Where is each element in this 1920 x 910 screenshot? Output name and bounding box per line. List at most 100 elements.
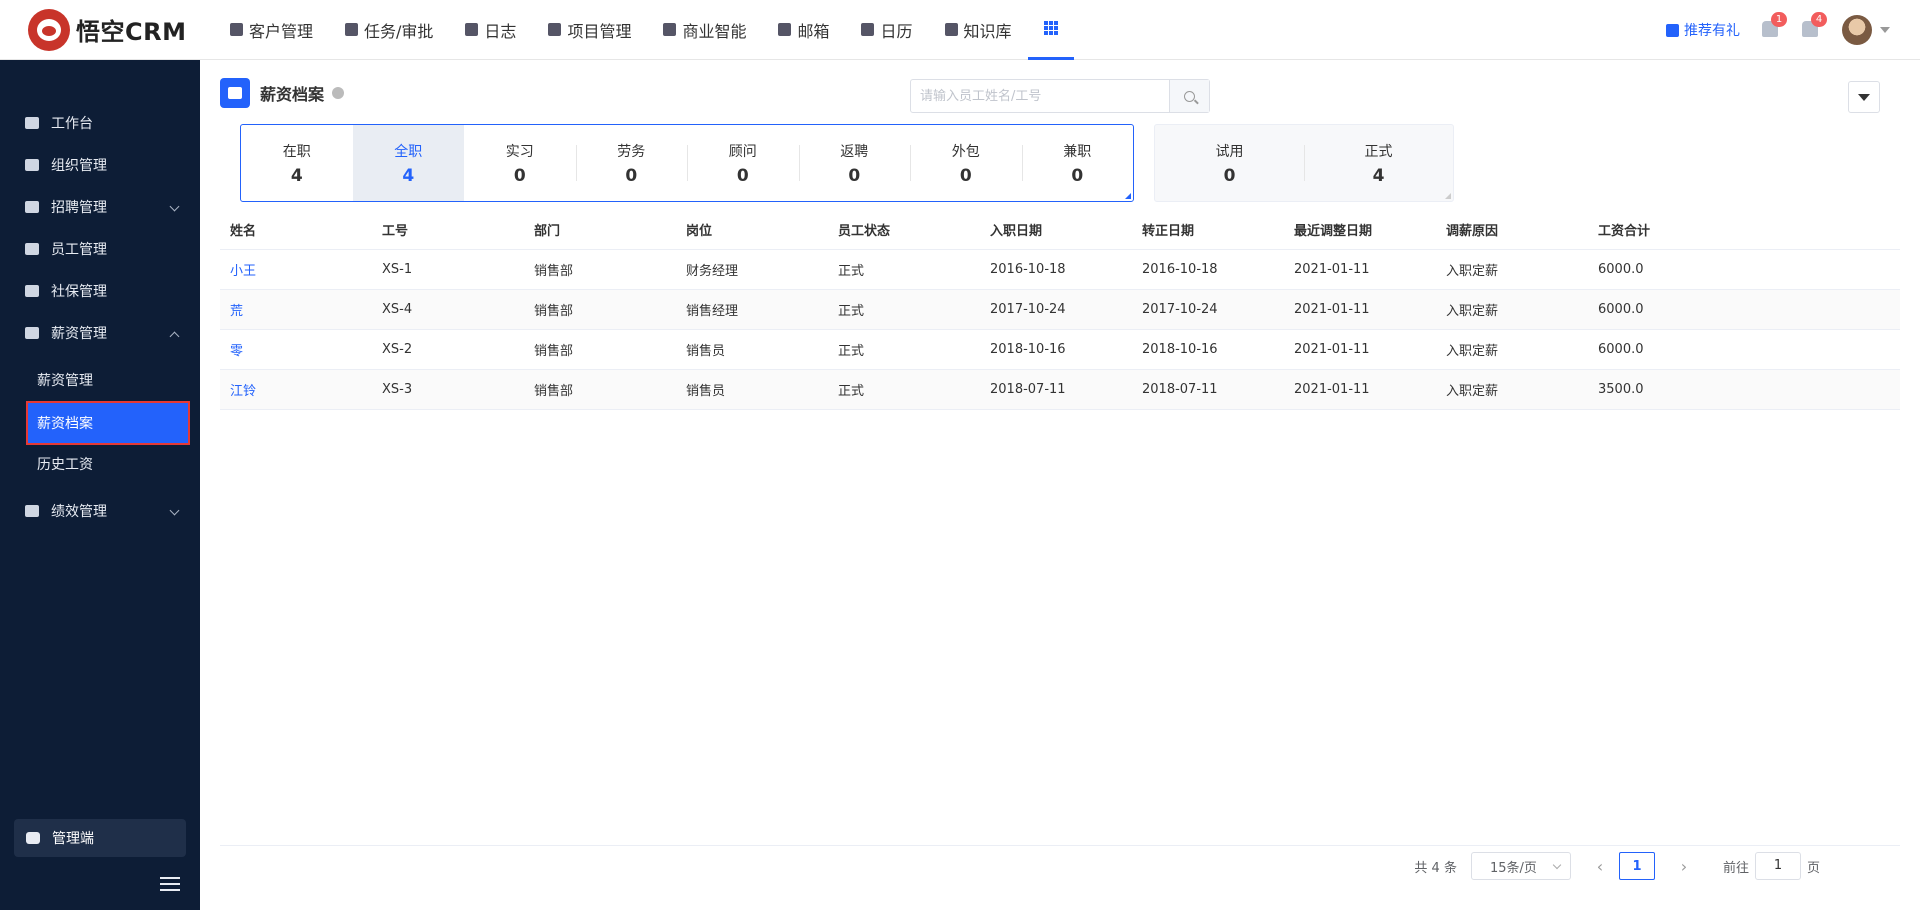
table-row[interactable]: 零 XS-2 销售部 销售员 正式 2018-10-16 2018-10-16 … xyxy=(220,330,1900,370)
stat-probation[interactable]: 试用 0 xyxy=(1155,125,1304,201)
bar-chart-icon xyxy=(25,505,39,517)
employee-name-link[interactable]: 荒 xyxy=(220,300,372,319)
col-header-total[interactable]: 工资合计 xyxy=(1588,220,1740,239)
col-header-dept[interactable]: 部门 xyxy=(524,220,676,239)
sidebar-subitem-salary-history[interactable]: 历史工资 xyxy=(28,444,188,484)
search-box xyxy=(910,79,1210,113)
prev-page-button[interactable]: ‹ xyxy=(1585,857,1615,876)
nav-customer[interactable]: 客户管理 xyxy=(214,0,329,60)
table-cell: 入职定薪 xyxy=(1446,264,1499,279)
col-header-post[interactable]: 岗位 xyxy=(676,220,828,239)
table-cell: 销售员 xyxy=(686,344,726,359)
bi-icon xyxy=(663,23,677,36)
info-icon[interactable] xyxy=(332,87,345,99)
search-input[interactable] xyxy=(911,80,1169,112)
stat-outsourced[interactable]: 外包 0 xyxy=(910,125,1022,201)
nav-log[interactable]: 日志 xyxy=(449,0,532,60)
referral-link[interactable]: 推荐有礼 xyxy=(1666,20,1740,40)
nav-apps[interactable] xyxy=(1027,0,1074,60)
table-cell: 财务经理 xyxy=(686,264,739,279)
table-cell: 销售员 xyxy=(686,384,726,399)
nav-task[interactable]: 任务/审批 xyxy=(329,0,449,60)
announcement-button[interactable]: 1 xyxy=(1762,12,1787,39)
nav-calendar[interactable]: 日历 xyxy=(845,0,928,60)
table-row[interactable]: 江铃 XS-3 销售部 销售员 正式 2018-07-11 2018-07-11… xyxy=(220,370,1900,410)
corner-indicator xyxy=(1125,193,1131,199)
stat-on-job[interactable]: 在职 4 xyxy=(241,125,353,201)
sidebar-subitem-salary-manage[interactable]: 薪资管理 xyxy=(28,360,188,400)
table-cell: 正式 xyxy=(838,304,865,319)
table-cell: 2018-07-11 xyxy=(1142,382,1218,397)
avatar[interactable] xyxy=(1842,15,1872,45)
table-cell: 2021-01-11 xyxy=(1294,342,1370,357)
brand-name: 悟空CRM xyxy=(76,18,187,46)
main-content: 薪资档案 在职4 全职4 实习0 劳务0 顾问0 返聘0 外包0 兼职0 试用0… xyxy=(200,60,1920,910)
col-header-reason[interactable]: 调薪原因 xyxy=(1436,220,1588,239)
sidebar-item-recruit[interactable]: 招聘管理 xyxy=(0,187,200,227)
briefcase-icon xyxy=(345,23,359,36)
footer-divider xyxy=(220,845,1900,846)
col-header-adjust-date[interactable]: 最近调整日期 xyxy=(1284,220,1436,239)
stat-full-time[interactable]: 全职 4 xyxy=(352,125,464,201)
app-logo[interactable]: 悟空CRM xyxy=(28,8,214,51)
chevron-down-icon[interactable] xyxy=(1880,27,1890,33)
sidebar: 工作台 组织管理 招聘管理 员工管理 社保管理 薪资管理 薪资管理 薪资档案 历… xyxy=(0,60,200,910)
stat-part-time[interactable]: 兼职 0 xyxy=(1021,125,1134,201)
employment-type-stats: 在职 4 全职 4 实习 0 劳务 0 顾问 0 返聘 0 外包 0 兼职 0 xyxy=(240,124,1134,202)
sidebar-subitem-salary-archive[interactable]: 薪资档案 xyxy=(26,401,190,445)
sidebar-item-performance[interactable]: 绩效管理 xyxy=(0,491,200,531)
nav-project[interactable]: 项目管理 xyxy=(532,0,647,60)
filter-button[interactable] xyxy=(1848,81,1880,113)
nav-mail[interactable]: 邮箱 xyxy=(762,0,845,60)
admin-button[interactable]: 管理端 xyxy=(14,819,186,857)
col-header-status[interactable]: 员工状态 xyxy=(828,220,980,239)
sidebar-item-salary[interactable]: 薪资管理 xyxy=(0,313,200,353)
stat-consultant[interactable]: 顾问 0 xyxy=(687,125,799,201)
org-chart-icon xyxy=(25,159,39,171)
employee-name-link[interactable]: 江铃 xyxy=(220,380,372,399)
grid-icon xyxy=(1043,21,1058,35)
page-size-select[interactable]: 15条/页 xyxy=(1470,852,1571,880)
goto-page-input[interactable]: 1 xyxy=(1754,852,1801,880)
employee-name-link[interactable]: 小王 xyxy=(220,260,372,279)
sidebar-item-workbench[interactable]: 工作台 xyxy=(0,103,200,143)
table-cell: 6000.0 xyxy=(1598,302,1644,317)
next-page-button[interactable]: › xyxy=(1669,857,1699,876)
sidebar-item-org[interactable]: 组织管理 xyxy=(0,145,200,185)
book-icon xyxy=(944,23,958,36)
table-cell: 入职定薪 xyxy=(1446,344,1499,359)
table-cell: 3500.0 xyxy=(1598,382,1644,397)
search-button[interactable] xyxy=(1169,80,1209,112)
table-cell: 2017-10-24 xyxy=(1142,302,1218,317)
table-cell: 正式 xyxy=(838,384,865,399)
page-number-current[interactable]: 1 xyxy=(1618,852,1655,880)
table-cell: 2021-01-11 xyxy=(1294,302,1370,317)
table-row[interactable]: 荒 XS-4 销售部 销售经理 正式 2017-10-24 2017-10-24… xyxy=(220,290,1900,330)
goto-suffix: 页 xyxy=(1806,860,1820,876)
mail-icon xyxy=(778,23,792,36)
employee-name-link[interactable]: 零 xyxy=(220,340,372,359)
stat-labor[interactable]: 劳务 0 xyxy=(575,125,688,201)
col-header-name[interactable]: 姓名 xyxy=(220,220,372,239)
nav-bi[interactable]: 商业智能 xyxy=(647,0,762,60)
col-header-regular-date[interactable]: 转正日期 xyxy=(1132,220,1284,239)
nav-knowledge[interactable]: 知识库 xyxy=(929,0,1028,60)
table-cell: 2016-10-18 xyxy=(1142,262,1218,277)
table-cell: XS-2 xyxy=(382,342,413,357)
stat-intern[interactable]: 实习 0 xyxy=(464,125,576,201)
table-cell: 销售部 xyxy=(534,344,574,359)
col-header-entry-date[interactable]: 入职日期 xyxy=(980,220,1132,239)
sidebar-item-employee[interactable]: 员工管理 xyxy=(0,229,200,269)
total-count: 共 4 条 xyxy=(1414,860,1457,876)
collapse-sidebar-button[interactable] xyxy=(160,877,180,891)
table-cell: 入职定薪 xyxy=(1446,384,1499,399)
filter-icon xyxy=(1858,93,1870,101)
shield-icon xyxy=(25,285,39,297)
stat-rehired[interactable]: 返聘 0 xyxy=(798,125,911,201)
sidebar-item-insurance[interactable]: 社保管理 xyxy=(0,271,200,311)
notification-button[interactable]: 4 xyxy=(1802,12,1827,39)
col-header-id[interactable]: 工号 xyxy=(372,220,524,239)
corner-indicator xyxy=(1445,193,1451,199)
stat-regular[interactable]: 正式 4 xyxy=(1304,125,1453,201)
table-row[interactable]: 小王 XS-1 销售部 财务经理 正式 2016-10-18 2016-10-1… xyxy=(220,250,1900,290)
